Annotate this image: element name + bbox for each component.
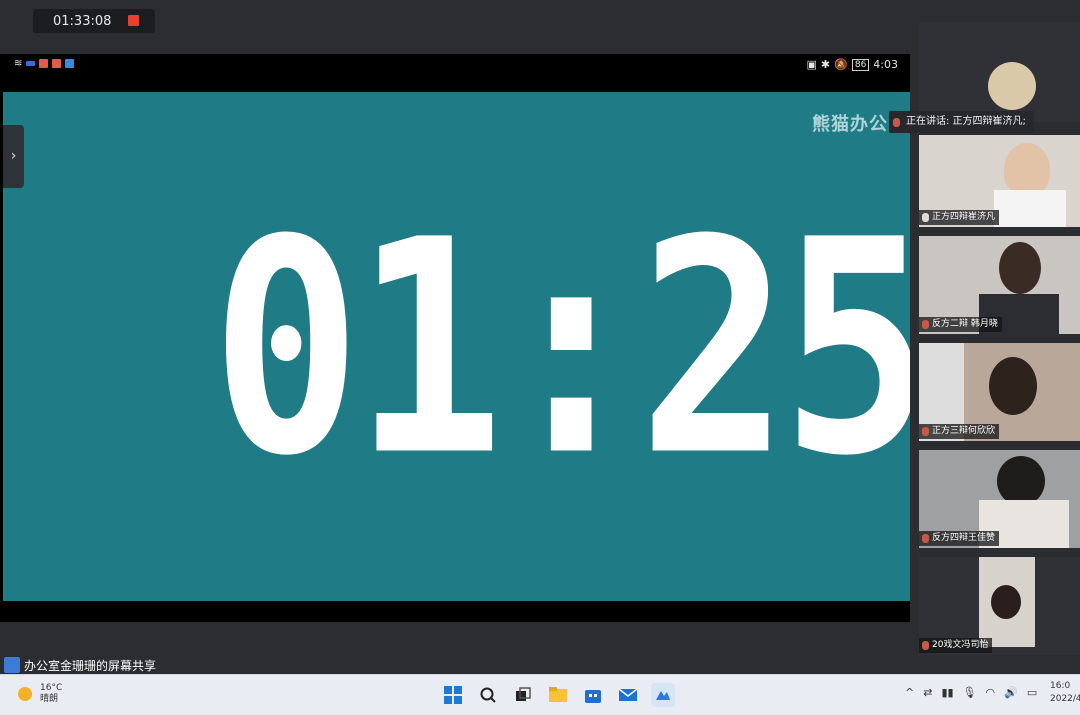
bluetooth-icon: ✱ [820,58,831,71]
app-notification-icon [52,59,62,68]
temperature: 16°C [40,683,63,693]
participant-video [989,357,1037,415]
participant-tile[interactable]: 反方二辩 韩月晓 [919,236,1080,334]
mic-muted-icon [922,427,929,436]
recording-bar: 01:33:08 [33,9,155,33]
participant-tile[interactable]: 正方三辩何欣欣 [919,343,1080,441]
mic-icon [893,117,900,127]
clock-date: 2022/4 [1050,694,1080,704]
network-settings-icon[interactable]: ⇄ [923,686,932,699]
meeting-app-icon[interactable] [651,683,675,707]
participant-name: 反方二辩 韩月晓 [932,319,998,329]
weather-widget[interactable]: 16°C 晴朗 [18,683,62,705]
chevron-up-icon[interactable]: ^ [905,686,914,699]
stop-recording-icon[interactable] [128,15,139,26]
speaking-indicator: 正在讲话: 正方四辩崔济凡; [889,111,1034,133]
participant-name: 反方四辩王佳赞 [932,533,996,543]
chevron-right-icon: › [10,148,17,164]
participant-name: 正方四辩崔济凡 [932,212,996,222]
user-icon [4,657,20,673]
wifi-icon[interactable]: ◠ [986,686,996,699]
phone-status-bar: ≋ ▣ ✱ 🔕 86 4:03 [0,54,910,92]
countdown-timer: 01:25 [211,176,910,521]
windows-start-icon[interactable] [441,683,465,707]
store-icon[interactable] [581,683,605,707]
file-explorer-icon[interactable] [546,683,570,707]
microphone-icon[interactable]: 🎙 [963,686,977,699]
windows-taskbar: 16°C 晴朗 ^ ⇄ ▮▮ 🎙 ◠ 🔊 ▭ 16:0 2022/4 [0,674,1080,715]
clock-time: 16:0 [1050,681,1071,691]
nfc-icon: ▣ [806,58,817,71]
speaking-text: 正在讲话: 正方四辩崔济凡; [906,116,1026,127]
participant-name-tag: 反方四辩王佳赞 [919,531,1000,546]
app-notification-icon [65,59,75,68]
participant-name-tag: 20戏文冯司怡 [919,638,993,653]
participant-video [997,456,1045,506]
task-view-icon[interactable] [511,683,535,707]
battery-icon: 86 [851,58,870,71]
system-tray: ^ ⇄ ▮▮ 🎙 ◠ 🔊 ▭ [905,686,1037,699]
taskbar-apps [441,683,675,707]
participant-video [1004,143,1050,195]
phone-time: 4:03 [873,58,898,71]
search-icon[interactable] [476,683,500,707]
app-notification-icon [26,61,36,66]
participant-name: 20戏文冯司怡 [932,640,989,650]
mic-muted-icon [922,320,929,329]
participant-tile[interactable] [919,22,1080,122]
participant-video [994,190,1066,227]
mute-icon: 🔕 [834,58,848,71]
participant-name: 正方三辩何欣欣 [932,426,996,436]
participant-tile[interactable]: 20戏文冯司怡 [919,557,1080,655]
recording-timer: 01:33:08 [53,13,112,29]
system-clock[interactable]: 16:0 2022/4 [1050,680,1080,706]
countdown-slide: 熊猫办公 01:25 [3,92,910,601]
wifi-icon: ≋ [14,58,23,69]
participant-tile[interactable]: 正方四辩崔济凡 [919,135,1080,227]
screen-share-owner: 办公室金珊珊的屏幕共享 [24,658,157,673]
participant-name-tag: 反方二辩 韩月晓 [919,317,1002,332]
brand-watermark: 熊猫办公 [812,114,888,135]
mic-muted-icon [922,534,929,543]
mic-icon [922,213,929,222]
battery-icon[interactable]: ▭ [1027,686,1037,699]
avatar [988,62,1036,110]
sun-icon [18,687,32,701]
participant-tile[interactable]: 反方四辩王佳赞 [919,450,1080,548]
participant-name-tag: 正方三辩何欣欣 [919,424,1000,439]
participant-name-tag: 正方四辩崔济凡 [919,210,1000,225]
weather-condition: 晴朗 [40,694,59,704]
app-notification-icon [39,59,49,68]
audio-levels-icon[interactable]: ▮▮ [941,686,953,699]
participant-panel: 正方四辩崔济凡 反方二辩 韩月晓 正方三辩何欣欣 反方四辩王佳赞 20戏文冯司怡 [913,0,1080,674]
mail-icon[interactable] [616,683,640,707]
expand-sidebar-button[interactable]: › [3,125,24,188]
participant-video [999,242,1041,294]
participant-video [991,585,1021,619]
speaker-icon[interactable]: 🔊 [1004,686,1018,699]
screen-share-label: 办公室金珊珊的屏幕共享 [4,656,156,674]
mic-muted-icon [922,641,929,650]
shared-screen: ≋ ▣ ✱ 🔕 86 4:03 熊猫办公 01:25 [0,54,910,622]
